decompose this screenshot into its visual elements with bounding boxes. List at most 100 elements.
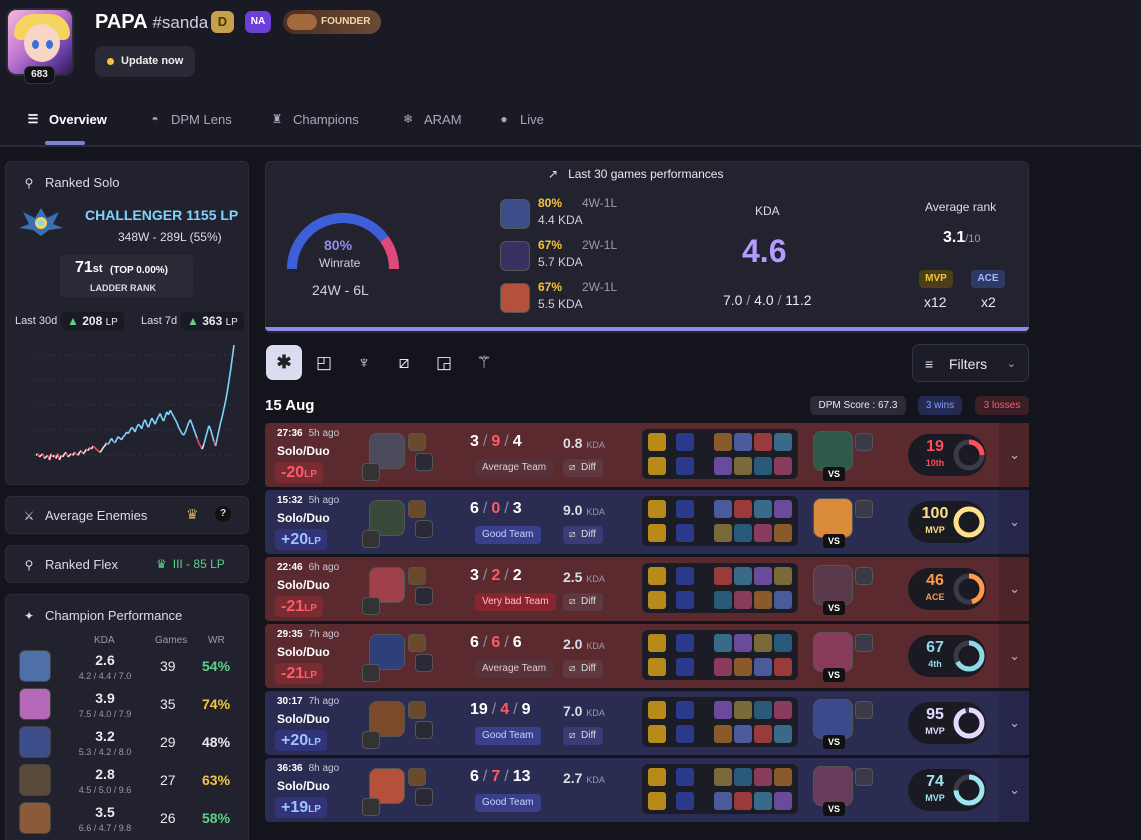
champion-icon [19,726,51,758]
role-jungle-button[interactable]: ♆ [346,345,382,380]
lp-history-segment [131,426,134,430]
role-top-button[interactable]: ◰ [306,345,342,380]
champion-games: 26 [160,810,176,826]
champion-icon [19,802,51,834]
item-icon [734,725,752,743]
tabs-divider [0,145,1141,147]
lp-change-value: +20 [281,531,309,548]
opponent-champion-icon [813,699,853,739]
role-mid-button[interactable]: ⧄ [386,345,422,380]
col-kda: KDA [94,635,115,646]
champion-performance-row[interactable]: 2.6 4.2 / 4.4 / 7.0 39 54% [5,648,246,684]
lp-history-segment [137,423,141,427]
tab-label: Champions [293,111,359,127]
chevron-down-icon[interactable]: ⌄ [1009,715,1020,731]
summoner-name: PAPA #sanda [95,11,208,34]
match-duration: 27:36 5h ago [277,428,339,439]
champion-kda: 2.6 [95,652,115,668]
match-row[interactable]: 36:36 8h ago Solo/Duo +19LP 6/7/13 2.7 KDA Goo… [265,758,1029,822]
deaths: 6 [491,634,501,651]
kda-ratio-value: 2.5 [563,569,583,585]
diff-button[interactable]: ⧄ Diff [563,593,603,611]
diff-button[interactable]: ⧄ Diff [563,459,603,477]
up-arrow-icon: ▲ [187,314,199,328]
last7-label: Last 7d [141,315,178,327]
kda-value: 4.6 [742,233,787,269]
rune-icon [676,591,694,609]
chevron-down-icon[interactable]: ⌄ [1009,648,1020,664]
tab-dpm-lens[interactable]: ◓ DPM Lens [148,108,232,130]
lp-history-segment [208,425,212,430]
tab-live[interactable]: ● Live [497,108,543,130]
champion-performance-row[interactable]: 2.8 4.5 / 5.0 / 9.6 27 63% [5,762,246,798]
teammate-icon [408,701,426,719]
role-diff-icon: ⧄ [569,663,576,674]
teammate-icon [408,433,426,451]
chevron-down-icon[interactable]: ⌄ [1009,447,1020,463]
performance-score: 95 MVP [908,702,986,744]
match-row[interactable]: 29:35 7h ago Solo/Duo -21LP 6/6/6 2.0 KDA Aver… [265,624,1029,688]
lp-history-segment [127,430,131,434]
champion-performance-row[interactable]: 3.2 5.3 / 4.2 / 8.0 29 48% [5,724,246,760]
match-kda: 19/4/9 [470,701,531,718]
help-icon[interactable]: ? [215,506,231,522]
avg-deaths: 4.0 [754,292,774,308]
role-support-button[interactable]: ⚚ [466,345,502,380]
champion-performance-row[interactable]: 3.9 7.5 / 4.0 / 7.9 35 74% [5,686,246,722]
lp-history-segment [110,437,114,442]
diff-button[interactable]: ⧄ Diff [563,526,603,544]
champion-performance-list: 2.6 4.2 / 4.4 / 7.0 39 54% 3.9 7.5 / 4.0 / 7.… [5,648,249,838]
item-icon [734,591,752,609]
tab-aram[interactable]: ❄ ARAM [401,108,462,130]
ranked-record: 348W - 289L (55%) [118,230,222,244]
tab-overview[interactable]: ☰ Overview [26,108,107,130]
lp-history-segment [189,419,193,425]
diff-button[interactable]: ⧄ Diff [563,660,603,678]
ace-count: x2 [981,294,996,310]
champion-performance-row[interactable]: 3.5 6.6 / 4.7 / 9.8 26 58% [5,800,246,836]
assists: 9 [521,701,531,718]
champion-kda-detail: 7.5 / 4.0 / 7.9 [78,709,132,719]
match-row[interactable]: 15:32 5h ago Solo/Duo +20LP 6/0/3 9.0 KDA Good… [265,490,1029,554]
ladder-position: 71st [75,259,103,277]
lp-history-segment [204,431,208,439]
opponent-champion-icon [813,431,853,471]
rune-icon [676,524,694,542]
performance-score: 19 10th [908,434,986,476]
summoner-spell-icon [676,768,694,786]
score-value: 19 [926,438,944,455]
match-row[interactable]: 27:36 5h ago Solo/Duo -20LP 3/9/4 0.8 KDA Aver… [265,423,1029,487]
chevron-down-icon[interactable]: ⌄ [1009,514,1020,530]
tab-label: DPM Lens [171,111,232,127]
lp-change-value: +19 [281,799,309,816]
match-time-ago: 7h ago [308,629,340,640]
item-icon [754,591,772,609]
lp-history-segment [171,412,175,417]
item-icon [774,500,792,518]
summoner-spell-icon [676,500,694,518]
lp-history-segment [228,369,232,381]
performance-score: 100 MVP [908,501,986,543]
assists: 2 [512,567,522,584]
match-row[interactable]: 22:46 6h ago Solo/Duo -21LP 3/2/2 2.5 KDA Very… [265,557,1029,621]
top-champion-record: 2W-1L [582,280,618,294]
summoner-spell-icon [648,433,666,451]
item-icon [754,457,772,475]
kda-ratio: 2.0 KDA [563,636,605,652]
diff-label: Diff [581,529,596,540]
update-now-button[interactable]: Update now [95,46,195,77]
match-row[interactable]: 30:17 7h ago Solo/Duo +20LP 19/4/9 7.0 KDA Goo… [265,691,1029,755]
queue-type: Solo/Duo [277,645,330,659]
filters-dropdown[interactable]: ≡ Filters ⌄ [912,344,1029,382]
winrate-record: 24W - 6L [312,282,369,298]
chevron-down-icon[interactable]: ⌄ [1009,782,1020,798]
role-bot-button[interactable]: ◲ [426,345,462,380]
diff-button[interactable]: ⧄ Diff [563,727,603,745]
tab-champions[interactable]: ♜ Champions [270,108,359,130]
lp-unit: LP [304,469,317,480]
chevron-down-icon[interactable]: ⌄ [1009,581,1020,597]
lp-history-segment [201,444,205,450]
kda-unit: KDA [586,775,605,785]
role-all-button[interactable]: ✱ [266,345,302,380]
vs-label: VS [823,534,845,548]
